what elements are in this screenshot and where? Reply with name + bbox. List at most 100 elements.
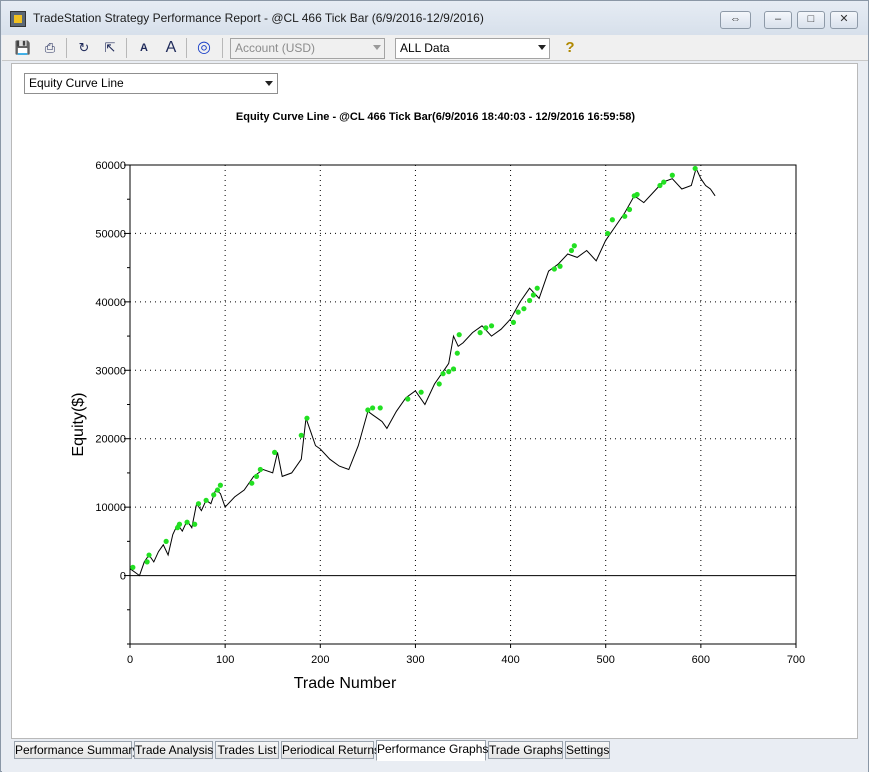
x-tick-label: 0 [127,654,133,666]
tab-trade-graphs[interactable]: Trade Graphs [488,741,563,759]
equity-high-marker [456,332,462,338]
toolbar-separator [66,38,67,58]
equity-high-marker [515,309,521,315]
toolbar-separator [186,38,187,58]
y-axis-label: Equity($) [70,392,87,456]
tab-settings[interactable]: Settings [565,741,610,759]
equity-high-marker [249,480,255,486]
chevron-down-icon [373,45,381,50]
equity-high-marker [195,501,202,507]
equity-high-marker [298,432,304,438]
equity-high-marker [436,381,442,387]
equity-high-marker [446,369,452,375]
x-tick-label: 300 [406,654,424,666]
equity-high-marker [454,350,460,356]
equity-high-marker [163,538,169,544]
equity-high-marker [534,285,540,291]
equity-high-marker [626,206,633,213]
equity-high-marker [176,521,183,527]
equity-high-marker [418,389,424,395]
equity-high-marker [365,407,371,413]
equity-high-marker [521,306,527,312]
report-window: TradeStation Strategy Performance Report… [0,0,869,772]
y-tick-label: 40000 [95,297,126,309]
tab-trade-analysis[interactable]: Trade Analysis [134,741,213,759]
equity-high-marker [304,415,310,421]
equity-high-marker [144,559,150,565]
equity-high-marker [203,497,209,503]
tab-performance-summary[interactable]: Performance Summary [14,741,138,759]
y-tick-label: 60000 [95,160,126,172]
equity-high-marker [551,266,557,272]
minimize-button[interactable]: – [764,11,792,29]
x-tick-label: 100 [216,654,234,666]
x-tick-label: 600 [692,654,710,666]
decrease-font-icon[interactable]: A [133,38,155,58]
x-tick-label: 700 [787,654,805,666]
account-select[interactable]: Account (USD) [230,38,385,59]
export-icon[interactable]: ⇱ [99,38,121,58]
close-button[interactable]: ✕ [830,11,858,29]
title-bar[interactable]: TradeStation Strategy Performance Report… [1,1,868,35]
equity-high-marker [609,217,615,223]
refresh-icon[interactable]: ↻ [73,38,95,58]
equity-high-marker [557,263,563,269]
y-tick-label: 50000 [95,228,126,240]
equity-high-marker [669,172,675,178]
x-axis-label: Trade Number [294,675,397,692]
x-tick-label: 400 [501,654,519,666]
toolbar-separator [222,38,223,58]
equity-high-marker [568,247,575,254]
x-tick-label: 200 [311,654,329,666]
equity-high-marker [622,213,628,219]
tab-periodical-returns[interactable]: Periodical Returns [281,741,380,759]
save-icon[interactable]: 💾 [12,38,34,58]
equity-high-marker [440,371,446,377]
x-tick-label: 500 [597,654,615,666]
restore-arrows-button[interactable]: ⇔ [720,11,751,29]
data-range-select-value: ALL Data [400,41,450,55]
tab-performance-graphs[interactable]: Performance Graphs [376,740,488,761]
equity-high-marker [192,521,198,527]
equity-high-marker [634,191,640,198]
equity-high-marker [488,323,495,329]
y-tick-label: 0 [120,571,126,583]
y-tick-label: 10000 [95,502,126,514]
equity-high-marker [571,243,577,249]
equity-high-marker [184,519,190,525]
data-range-select[interactable]: ALL Data [395,38,550,59]
equity-high-marker [450,366,457,372]
equity-high-marker [477,330,483,336]
equity-high-marker [692,165,698,172]
report-tabs: Performance Summary Trade Analysis Trade… [14,740,859,761]
y-tick-label: 20000 [95,434,126,446]
tab-trades-list[interactable]: Trades List [215,741,279,759]
maximize-button[interactable]: □ [797,11,825,29]
print-icon[interactable]: ⎙ [39,38,61,58]
equity-high-marker [510,319,517,325]
equity-high-marker [661,179,667,185]
account-select-value: Account (USD) [235,41,316,55]
help-icon[interactable]: ? [559,38,581,58]
equity-high-marker [405,396,411,402]
toolbar-separator [126,38,127,58]
toolbar: 💾 ⎙ ↻ ⇱ A A ◎ Account (USD) ALL Data ? [2,35,868,61]
equity-high-marker [130,564,136,570]
equity-high-marker [257,466,263,473]
equity-high-marker [211,492,217,498]
equity-high-marker [253,473,260,479]
y-tick-label: 30000 [95,365,126,377]
equity-high-marker [272,449,278,455]
equity-high-marker [214,487,221,493]
equity-high-marker [217,482,223,488]
window-title: TradeStation Strategy Performance Report… [33,11,484,25]
equity-curve-chart: 0 10000 20000 30000 40000 50000 60000 0 100 200 30… [70,160,805,692]
increase-font-icon[interactable]: A [160,38,182,58]
chevron-down-icon [538,45,546,50]
target-icon[interactable]: ◎ [193,38,215,58]
equity-high-marker [146,552,152,558]
status-strip [2,761,868,772]
equity-high-marker [605,230,611,237]
app-icon[interactable] [10,11,26,27]
performance-graphs-panel: Equity Curve Line Equity Curve Line - @C… [11,63,858,739]
